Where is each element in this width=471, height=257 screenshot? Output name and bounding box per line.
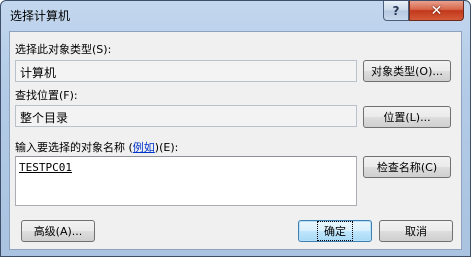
location-label: 查找位置(F): [15,89,78,102]
close-icon: ✕ [430,2,443,19]
dialog-title: 选择计算机 [10,9,71,23]
object-names-label-prefix: 输入要选择的对象名称 ( [15,141,133,154]
object-type-value: 计算机 [20,66,57,80]
advanced-button[interactable]: 高级(A)... [21,220,95,242]
ok-button-label: 确定 [317,221,353,241]
help-button[interactable]: ? [383,1,409,21]
location-field: 整个目录 [15,105,357,127]
object-names-label-suffix: )(E): [154,141,179,154]
check-names-button[interactable]: 检查名称(C) [363,156,451,178]
cancel-button[interactable]: 取消 [379,220,453,242]
ok-button[interactable]: 确定 [298,220,372,242]
title-bar[interactable]: 选择计算机 ? ✕ [1,1,470,29]
object-names-input[interactable]: TESTPC01 [15,156,357,206]
locations-button[interactable]: 位置(L)... [363,106,451,128]
close-button[interactable]: ✕ [409,1,464,21]
help-icon: ? [392,3,400,18]
dialog-body: 选择此对象类型(S): 计算机 对象类型(O)... 查找位置(F): 整个目录… [9,31,462,250]
object-names-label: 输入要选择的对象名称 (例如)(E): [15,139,178,155]
object-types-button[interactable]: 对象类型(O)... [363,60,451,82]
examples-link[interactable]: 例如 [133,141,155,154]
location-value: 整个目录 [20,111,69,125]
select-computer-dialog: 选择计算机 ? ✕ 选择此对象类型(S): 计算机 对象类型(O)... 查找位… [0,0,471,257]
object-type-label: 选择此对象类型(S): [15,43,112,56]
object-type-field: 计算机 [15,60,357,82]
entered-object-name: TESTPC01 [19,161,72,174]
